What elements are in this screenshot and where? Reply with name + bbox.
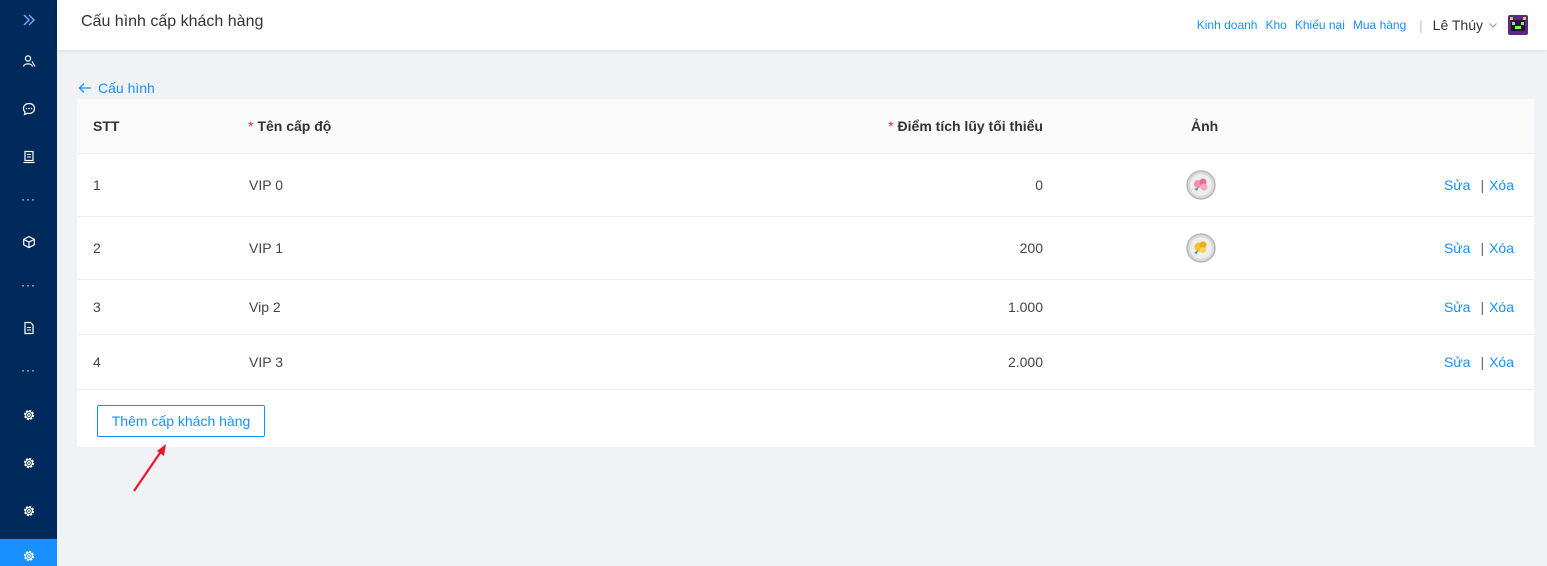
action-separator: | — [1480, 299, 1485, 315]
document-stand-icon — [23, 150, 34, 164]
edit-button[interactable]: Sửa — [1444, 177, 1471, 193]
top-nav: Kinh doanh Kho Khiếu nại Mua hàng | Lê T… — [1197, 0, 1528, 50]
sidebar-more-3[interactable]: ··· — [0, 355, 57, 385]
more-icon: ··· — [21, 192, 36, 206]
cell-name: VIP 0 — [249, 177, 283, 193]
nav-link-complaints[interactable]: Khiếu nại — [1295, 18, 1345, 32]
col-header-name: * Tên cấp độ — [248, 118, 331, 134]
more-icon: ··· — [21, 278, 36, 292]
gear-icon — [23, 505, 34, 517]
sidebar-item-orders[interactable] — [0, 142, 57, 172]
file-icon — [23, 321, 34, 335]
sidebar-more-1[interactable]: ··· — [0, 184, 57, 214]
cell-stt: 2 — [93, 240, 101, 256]
cell-points: 200 — [1019, 240, 1043, 256]
required-mark: * — [248, 118, 254, 134]
table-header: STT * Tên cấp độ * Điểm tích lũy tối thiểu… — [77, 99, 1534, 154]
col-header-points: * Điểm tích lũy tối thiểu — [888, 118, 1043, 134]
cell-name: VIP 3 — [249, 354, 283, 370]
page-title: Cấu hình cấp khách hàng — [81, 13, 264, 30]
top-header: Cấu hình cấp khách hàng Kinh doanh Kho K… — [57, 0, 1547, 50]
col-name-label: Tên cấp độ — [257, 118, 332, 134]
sidebar-item-customers[interactable] — [0, 46, 57, 76]
cell-points: 0 — [1035, 177, 1043, 193]
annotation-arrow-icon — [133, 444, 166, 492]
action-separator: | — [1480, 177, 1485, 193]
users-icon — [22, 55, 36, 67]
action-separator: | — [1480, 240, 1485, 256]
gear-icon — [23, 550, 34, 562]
sidebar-toggle[interactable] — [0, 5, 57, 35]
table-row: 4 VIP 3 2.000 Sửa | Xóa — [77, 335, 1534, 390]
row-actions: Sửa | Xóa — [1444, 354, 1514, 370]
user-menu[interactable]: Lê Thúy — [1433, 17, 1483, 33]
cell-points: 1.000 — [1007, 299, 1043, 315]
col-points-label: Điểm tích lũy tối thiểu — [897, 118, 1043, 134]
arrow-left-icon — [78, 83, 91, 93]
delete-button[interactable]: Xóa — [1489, 177, 1514, 193]
col-image-label: Ảnh — [1191, 118, 1219, 134]
delete-button[interactable]: Xóa — [1489, 354, 1514, 370]
cell-name: Vip 2 — [249, 299, 281, 315]
sidebar-more-2[interactable]: ··· — [0, 270, 57, 300]
edit-button[interactable]: Sửa — [1444, 354, 1471, 370]
sidebar-item-settings-3[interactable] — [0, 496, 57, 526]
cell-stt: 1 — [93, 177, 101, 193]
more-icon: ··· — [21, 363, 36, 377]
row-actions: Sửa | Xóa — [1444, 177, 1514, 193]
table-row: 3 Vip 2 1.000 Sửa | Xóa — [77, 280, 1534, 335]
nav-link-purchasing[interactable]: Mua hàng — [1353, 18, 1406, 32]
sidebar-item-documents[interactable] — [0, 313, 57, 343]
cell-points: 2.000 — [1007, 354, 1043, 370]
avatar[interactable] — [1508, 15, 1528, 35]
cell-name: VIP 1 — [249, 240, 283, 256]
table-row: 2 VIP 1 200 Sửa | Xóa — [77, 217, 1534, 280]
double-chevron-right-icon — [23, 14, 35, 26]
sidebar: ··· ··· ··· — [0, 0, 57, 566]
chevron-down-icon[interactable] — [1488, 20, 1498, 30]
delete-button[interactable]: Xóa — [1489, 299, 1514, 315]
sidebar-item-settings-1[interactable] — [0, 400, 57, 430]
edit-button[interactable]: Sửa — [1444, 240, 1471, 256]
delete-button[interactable]: Xóa — [1489, 240, 1514, 256]
sidebar-item-products[interactable] — [0, 227, 57, 257]
nav-link-sales[interactable]: Kinh doanh — [1197, 18, 1258, 32]
gear-icon — [23, 409, 34, 421]
required-mark: * — [888, 118, 894, 134]
col-stt-label: STT — [93, 118, 120, 134]
nav-separator: | — [1419, 17, 1423, 33]
back-label: Cấu hình — [98, 80, 155, 96]
table-row: 1 VIP 0 0 Sửa | Xóa — [77, 154, 1534, 217]
level-image — [1186, 170, 1216, 200]
row-actions: Sửa | Xóa — [1444, 240, 1514, 256]
nav-link-warehouse[interactable]: Kho — [1265, 18, 1286, 32]
col-header-stt: STT — [93, 118, 119, 134]
back-link[interactable]: Cấu hình — [78, 79, 155, 97]
edit-button[interactable]: Sửa — [1444, 299, 1471, 315]
row-actions: Sửa | Xóa — [1444, 299, 1514, 315]
level-image — [1186, 233, 1216, 263]
gear-icon — [23, 457, 34, 469]
sidebar-item-chat[interactable] — [0, 94, 57, 124]
cell-stt: 3 — [93, 299, 101, 315]
cube-icon — [22, 235, 35, 249]
action-separator: | — [1480, 354, 1485, 370]
chat-icon — [22, 102, 35, 116]
col-header-image: Ảnh — [1191, 118, 1218, 134]
sidebar-item-settings-2[interactable] — [0, 448, 57, 478]
add-customer-level-button[interactable]: Thêm cấp khách hàng — [97, 405, 265, 437]
sidebar-item-settings-active[interactable] — [0, 539, 57, 566]
customer-level-table: STT * Tên cấp độ * Điểm tích lũy tối thiểu… — [77, 99, 1534, 447]
cell-stt: 4 — [93, 354, 101, 370]
